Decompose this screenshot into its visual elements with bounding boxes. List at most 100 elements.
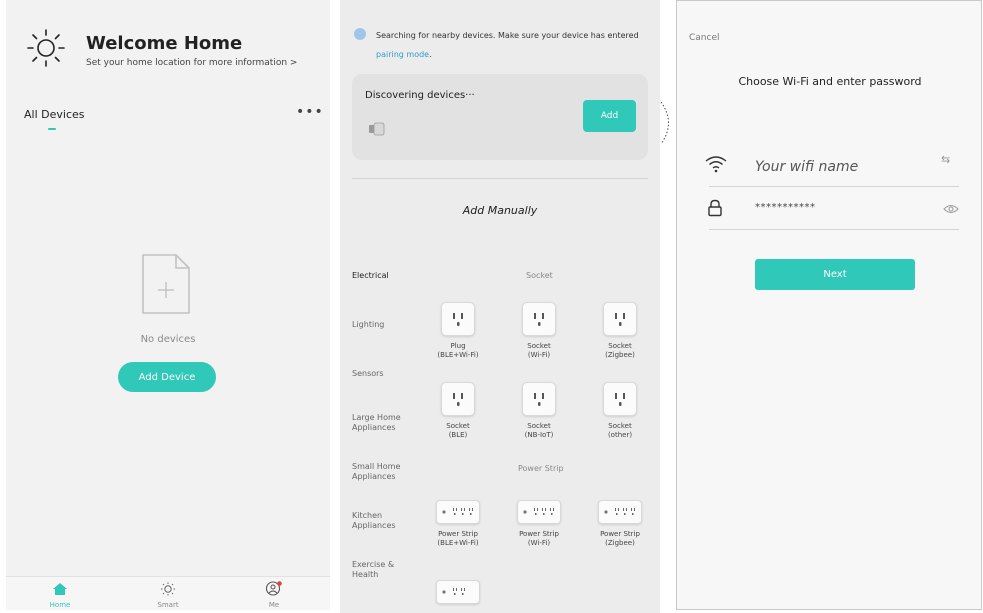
device-name-line2: (Wi-Fi) — [527, 351, 551, 359]
device-name-line1: Socket — [446, 422, 470, 430]
chevron-right-icon: > — [289, 58, 298, 68]
device-power-strip-zigbee[interactable]: Power Strip (Zigbee) — [585, 500, 655, 548]
password-field[interactable]: *********** — [755, 202, 816, 213]
page-title: Choose Wi-Fi and enter password — [738, 75, 922, 88]
socket-icon — [441, 302, 475, 336]
pairing-mode-link[interactable]: pairing mode — [376, 50, 429, 59]
user-icon — [265, 581, 282, 596]
tab-home-label: Home — [49, 601, 71, 609]
device-socket-zigbee[interactable]: Socket (Zigbee) — [585, 302, 655, 360]
searching-indicator-icon — [354, 28, 366, 40]
category-exercise-health[interactable]: Exercise & Health — [352, 560, 412, 580]
device-name-line1: Socket — [608, 342, 632, 350]
add-device-screen: Searching for nearby devices. Make sure … — [340, 0, 660, 613]
bottom-tab-bar: Home Smart Me — [6, 576, 330, 610]
page-title: Welcome Home — [86, 33, 243, 54]
wifi-setup-screen: Cancel Choose Wi-Fi and enter password Y… — [676, 0, 982, 610]
device-name: Power Strip (Zigbee) — [585, 530, 655, 548]
section-power-strip: Power Strip — [518, 464, 564, 473]
tab-smart[interactable]: Smart — [138, 581, 198, 609]
category-lighting[interactable]: Lighting — [352, 320, 412, 330]
device-name: Socket (NB-IoT) — [504, 422, 574, 440]
socket-icon — [441, 382, 475, 416]
next-button[interactable]: Next — [755, 259, 915, 290]
device-name-line1: Socket — [608, 422, 632, 430]
device-name-line1: Power Strip — [519, 530, 559, 538]
searching-text: Searching for nearby devices. Make sure … — [376, 26, 652, 64]
device-name-line1: Socket — [527, 342, 551, 350]
wifi-name-underline — [709, 186, 959, 187]
device-name: Plug (BLE+Wi-Fi) — [423, 342, 493, 360]
sun-icon — [161, 582, 175, 596]
device-name-line1: Socket — [527, 422, 551, 430]
empty-document-icon — [142, 254, 190, 314]
device-name: Socket (Wi-Fi) — [504, 342, 574, 360]
device-name-line2: (BLE) — [448, 431, 468, 439]
device-name-line1: Power Strip — [600, 530, 640, 538]
tab-me[interactable]: Me — [244, 581, 304, 609]
category-sensors[interactable]: Sensors — [352, 369, 412, 379]
add-device-button[interactable]: Add Device — [118, 362, 216, 392]
device-power-strip-ble-wifi[interactable]: Power Strip (BLE+Wi-Fi) — [423, 500, 493, 548]
empty-state-text: No devices — [140, 334, 196, 345]
socket-icon — [603, 302, 637, 336]
device-name-line2: (Wi-Fi) — [527, 539, 551, 547]
device-socket-ble[interactable]: Socket (BLE) — [423, 382, 493, 440]
socket-icon — [522, 302, 556, 336]
section-socket: Socket — [526, 271, 553, 280]
tab-smart-label: Smart — [157, 601, 179, 609]
device-name: Socket (BLE) — [423, 422, 493, 440]
connector-arc — [660, 101, 669, 145]
device-name-line2: (NB-IoT) — [524, 431, 554, 439]
home-icon — [53, 583, 67, 595]
searching-end: . — [429, 50, 432, 59]
device-plug-ble-wifi[interactable]: Plug (BLE+Wi-Fi) — [423, 302, 493, 360]
plug-device-icon — [369, 122, 385, 136]
device-name: Socket (Zigbee) — [585, 342, 655, 360]
device-name: Power Strip (BLE+Wi-Fi) — [423, 530, 493, 548]
device-name-line2: (Zigbee) — [605, 539, 635, 547]
device-name: Socket (other) — [585, 422, 655, 440]
password-underline — [709, 229, 959, 230]
category-small-home-appliances[interactable]: Small Home Appliances — [352, 462, 412, 482]
discovering-title: Discovering devices··· — [365, 90, 475, 101]
power-strip-icon — [436, 500, 480, 524]
device-name-line2: (BLE+Wi-Fi) — [437, 351, 479, 359]
device-power-strip-more[interactable] — [423, 580, 493, 604]
socket-icon — [603, 382, 637, 416]
cancel-button[interactable]: Cancel — [689, 33, 720, 43]
device-socket-wifi[interactable]: Socket (Wi-Fi) — [504, 302, 574, 360]
lock-icon — [708, 199, 722, 217]
home-screen: Welcome Home Set your home location for … — [6, 0, 330, 610]
power-strip-icon — [517, 500, 561, 524]
eye-icon[interactable] — [943, 203, 959, 215]
tab-home[interactable]: Home — [30, 581, 90, 609]
add-discovered-button[interactable]: Add — [583, 100, 636, 132]
device-name-line2: (Zigbee) — [605, 351, 635, 359]
device-name: Power Strip (Wi-Fi) — [504, 530, 574, 548]
device-power-strip-wifi[interactable]: Power Strip (Wi-Fi) — [504, 500, 574, 548]
set-location-link[interactable]: Set your home location for more informat… — [86, 58, 297, 68]
socket-icon — [522, 382, 556, 416]
discovering-card: Discovering devices··· Add — [352, 74, 648, 160]
tab-me-label: Me — [268, 601, 280, 609]
device-name-line2: (BLE+Wi-Fi) — [437, 539, 479, 547]
device-name-line2: (other) — [607, 431, 633, 439]
tab-all-devices[interactable]: All Devices — [24, 108, 84, 121]
divider — [352, 178, 648, 179]
device-name-line1: Plug — [450, 342, 466, 350]
tab-indicator — [48, 128, 56, 130]
device-socket-nb-iot[interactable]: Socket (NB-IoT) — [504, 382, 574, 440]
wifi-icon — [705, 156, 727, 173]
more-icon[interactable]: ••• — [296, 104, 324, 120]
sun-icon — [27, 29, 65, 67]
category-large-home-appliances[interactable]: Large Home Appliances — [352, 413, 412, 433]
searching-label: Searching for nearby devices. Make sure … — [376, 31, 639, 40]
category-kitchen-appliances[interactable]: Kitchen Appliances — [352, 511, 412, 531]
wifi-name-field[interactable]: Your wifi name — [755, 159, 858, 175]
device-name-line1: Power Strip — [438, 530, 478, 538]
switch-network-icon[interactable]: ⇆ — [941, 153, 950, 166]
category-electrical[interactable]: Electrical — [352, 271, 412, 281]
device-socket-other[interactable]: Socket (other) — [585, 382, 655, 440]
set-location-label: Set your home location for more informat… — [86, 58, 288, 68]
